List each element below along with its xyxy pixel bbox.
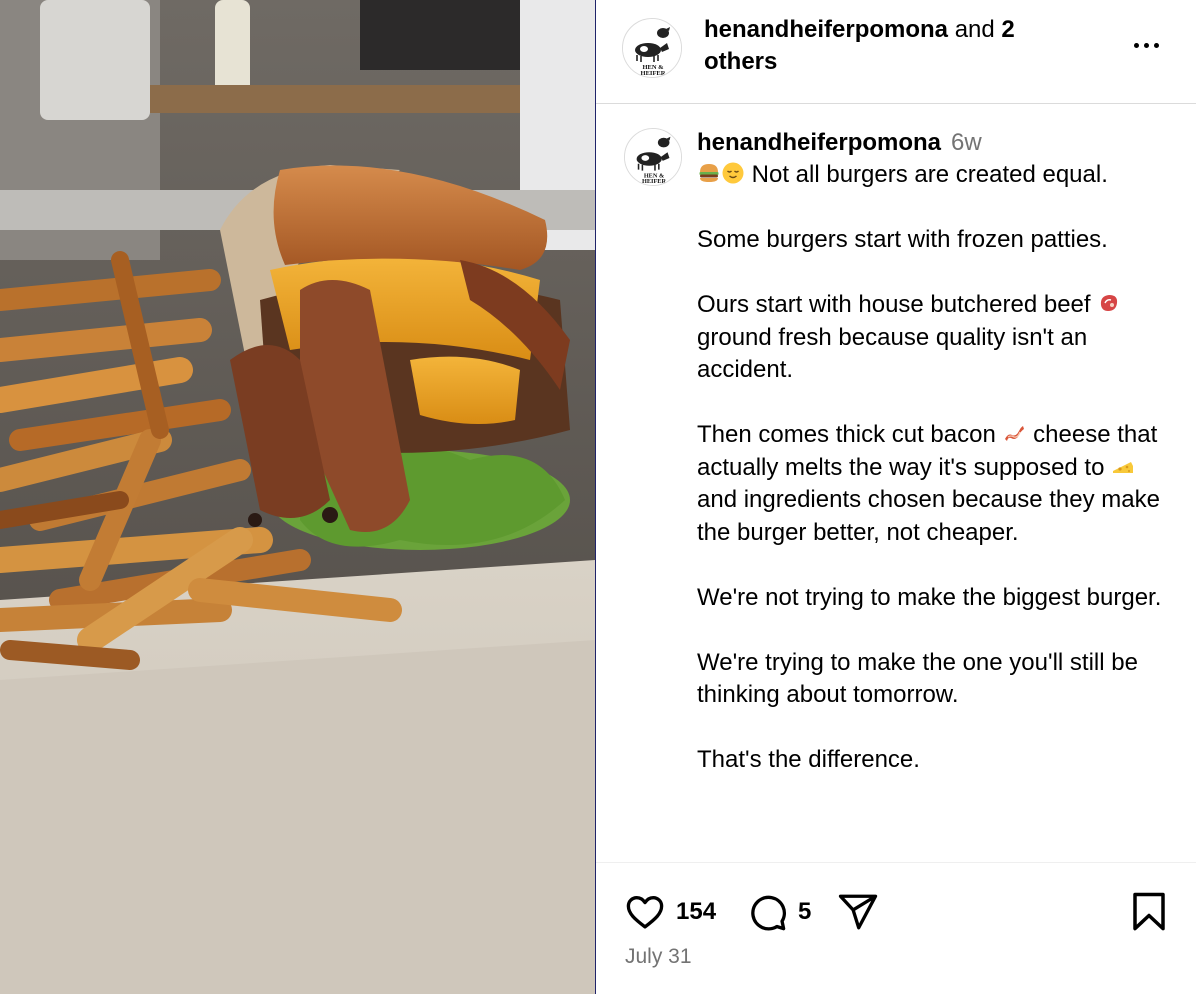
share-button[interactable] xyxy=(836,888,880,936)
bacon-emoji xyxy=(1005,426,1025,441)
save-button[interactable] xyxy=(1131,888,1167,936)
like-count[interactable]: 154 xyxy=(676,898,716,926)
logo-text-bottom: HEIFER xyxy=(641,70,666,77)
caption-line: Not all burgers are created equal. xyxy=(745,161,1108,188)
caption-paragraph: Not all burgers are created equal. xyxy=(697,159,1177,192)
post-photo xyxy=(0,0,595,994)
caption-paragraph: We're trying to make the one you'll stil… xyxy=(697,648,1138,709)
send-icon xyxy=(838,894,878,930)
actions-divider xyxy=(596,862,1196,863)
caption-username-link[interactable]: henandheiferpomona xyxy=(697,129,941,156)
hen-heifer-logo-icon: HEN & HEIFER xyxy=(623,19,681,77)
like-button[interactable]: 154 xyxy=(624,888,716,936)
author-username-link[interactable]: henandheiferpomona xyxy=(704,16,948,43)
caption-header: henandheiferpomona 6w xyxy=(697,127,982,159)
post-author: henandheiferpomona and 2 others xyxy=(704,14,1084,78)
caption-segment: Then comes thick cut bacon xyxy=(697,421,1003,448)
more-horizontal-icon xyxy=(1133,42,1139,48)
caption-area: HEN & HEIFER henandheiferpomona 6w Not al… xyxy=(596,104,1196,862)
caption-paragraph: Some burgers start with frozen patties. xyxy=(697,226,1108,253)
caption-avatar[interactable]: HEN & HEIFER xyxy=(624,128,682,186)
post-panel: HEN & HEIFER henandheiferpomona and 2 ot… xyxy=(596,0,1196,994)
relieved-face-emoji xyxy=(722,162,744,184)
comment-count[interactable]: 5 xyxy=(798,898,811,926)
more-options-button[interactable] xyxy=(1116,28,1176,62)
logo-text-bottom: HEIFER xyxy=(642,178,666,185)
comment-icon xyxy=(751,895,786,931)
caption-segment: ground fresh because quality isn't an ac… xyxy=(697,323,1088,384)
caption-time[interactable]: 6w xyxy=(951,129,982,156)
caption-paragraph: Then comes thick cut bacon cheese that a… xyxy=(697,419,1177,549)
caption-paragraph: Ours start with house butchered beef gro… xyxy=(697,289,1177,387)
post-date[interactable]: July 31 xyxy=(625,945,692,969)
caption-segment: and ingredients chosen because they make… xyxy=(697,486,1160,546)
more-dot xyxy=(1143,42,1149,48)
caption-text: Not all burgers are created equal. Some … xyxy=(697,159,1177,777)
post-actions: 154 5 xyxy=(596,888,1196,936)
more-dot xyxy=(1153,42,1159,48)
bookmark-icon xyxy=(1133,892,1165,931)
post-header: HEN & HEIFER henandheiferpomona and 2 ot… xyxy=(596,0,1196,104)
burger-emoji xyxy=(699,164,719,182)
comment-button[interactable]: 5 xyxy=(746,888,811,936)
caption-segment: Ours start with house butchered beef xyxy=(697,291,1098,318)
hen-heifer-logo-icon: HEN & HEIFER xyxy=(625,129,681,185)
post-media[interactable] xyxy=(0,0,595,994)
caption-paragraph: We're not trying to make the biggest bur… xyxy=(697,583,1162,611)
heart-icon xyxy=(626,895,664,929)
cut-of-meat-emoji xyxy=(1101,295,1118,311)
caption-paragraph: That's the difference. xyxy=(697,746,920,773)
cheese-emoji xyxy=(1113,461,1134,473)
account-avatar[interactable]: HEN & HEIFER xyxy=(622,18,682,78)
collaborators-joiner: and xyxy=(948,16,1002,43)
